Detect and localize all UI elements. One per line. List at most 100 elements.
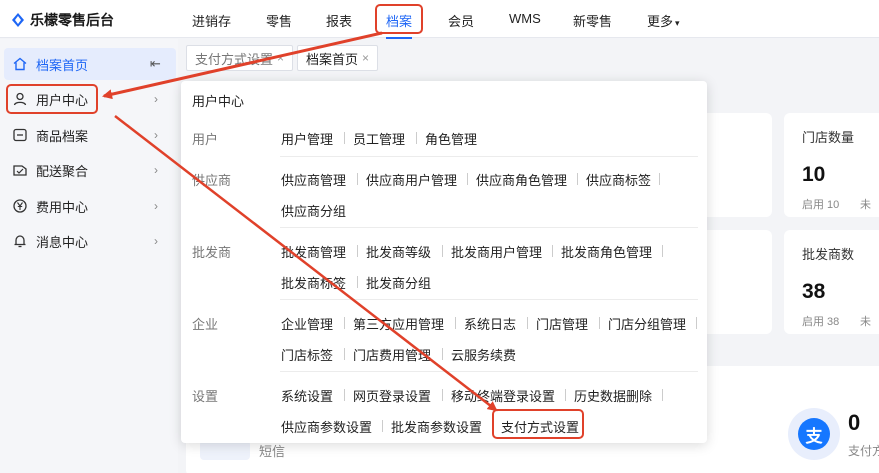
top-nav-bar: 乐檬零售后台 进销存 零售 报表 档案 会员 WMS 新零售 更多 ▾	[0, 0, 879, 39]
sidebar-item-messages[interactable]: 消息中心 ›	[4, 225, 176, 257]
chevron-right-icon: ›	[154, 92, 158, 106]
card-sub2: 未	[860, 199, 871, 211]
card-value: 10	[802, 163, 826, 186]
link-store-management[interactable]: 门店管理	[536, 314, 588, 333]
link-role-management[interactable]: 角色管理	[425, 129, 477, 148]
link-user-management[interactable]: 用户管理	[281, 129, 333, 148]
tab-label: 档案首页	[306, 51, 359, 67]
separator	[382, 420, 383, 432]
separator	[442, 348, 443, 360]
logo-icon	[12, 13, 24, 27]
link-supplier-role-management[interactable]: 供应商角色管理	[476, 170, 567, 189]
link-supplier-tags[interactable]: 供应商标签	[586, 170, 651, 189]
sidebar-item-expense[interactable]: 费用中心 ›	[4, 190, 176, 222]
close-icon[interactable]: ×	[277, 51, 284, 65]
link-supplier-groups[interactable]: 供应商分组	[281, 201, 346, 220]
card-title: 批发商数	[802, 247, 855, 262]
nav-wms[interactable]: WMS	[509, 11, 541, 26]
category-enterprise: 企业	[192, 317, 219, 332]
chevron-right-icon: ›	[154, 128, 158, 142]
link-wholesaler-levels[interactable]: 批发商等级	[366, 242, 431, 261]
link-system-logs[interactable]: 系统日志	[464, 314, 516, 333]
nav-jinxiaocun[interactable]: 进销存	[192, 11, 231, 30]
delivery-icon	[12, 162, 28, 178]
alipay-icon-glyph: 支	[798, 418, 830, 450]
separator	[344, 389, 345, 401]
link-store-expense-management[interactable]: 门店费用管理	[353, 345, 431, 364]
sidebar-item-delivery[interactable]: 配送聚合 ›	[4, 154, 176, 186]
separator	[662, 245, 663, 257]
card-sub2: 未	[860, 316, 871, 328]
separator	[599, 317, 600, 329]
category-supplier: 供应商	[192, 173, 232, 188]
link-wholesaler-tags[interactable]: 批发商标签	[281, 273, 346, 292]
link-history-data-deletion[interactable]: 历史数据删除	[574, 386, 652, 405]
link-supplier-params[interactable]: 供应商参数设置	[281, 417, 372, 436]
payment-settings-highlight	[492, 409, 584, 439]
separator	[577, 173, 578, 185]
separator	[659, 173, 660, 185]
sidebar-item-label: 配送聚合	[36, 163, 89, 179]
link-store-tags[interactable]: 门店标签	[281, 345, 333, 364]
chevron-right-icon: ›	[154, 234, 158, 248]
nav-new-retail[interactable]: 新零售	[573, 11, 612, 30]
home-icon	[12, 56, 28, 72]
link-third-party-apps[interactable]: 第三方应用管理	[353, 314, 444, 333]
sidebar-item-label: 消息中心	[36, 234, 89, 250]
link-enterprise-management[interactable]: 企业管理	[281, 314, 333, 333]
pay-label: 支付方	[848, 444, 879, 458]
link-store-group-management[interactable]: 门店分组管理	[608, 314, 686, 333]
link-cloud-renewal[interactable]: 云服务续费	[451, 345, 516, 364]
card-sub: 启用 10	[802, 199, 840, 211]
nav-more[interactable]: 更多 ▾	[647, 11, 680, 30]
separator	[357, 276, 358, 288]
link-wholesaler-role-management[interactable]: 批发商角色管理	[561, 242, 652, 261]
sms-label: 短信	[259, 444, 286, 459]
separator	[455, 317, 456, 329]
link-supplier-user-management[interactable]: 供应商用户管理	[366, 170, 457, 189]
tab-label: 支付方式设置	[195, 51, 274, 67]
separator	[467, 173, 468, 185]
separator	[527, 317, 528, 329]
link-wholesaler-groups[interactable]: 批发商分组	[366, 273, 431, 292]
category-settings: 设置	[192, 389, 219, 404]
separator	[696, 317, 697, 329]
separator	[565, 389, 566, 401]
sidebar-item-archive-home[interactable]: 档案首页 ⇤	[4, 48, 176, 80]
card-title: 门店数量	[802, 130, 855, 145]
category-wholesaler: 批发商	[192, 245, 232, 260]
nav-reports[interactable]: 报表	[326, 11, 352, 30]
chevron-right-icon: ›	[154, 199, 158, 213]
link-wholesaler-management[interactable]: 批发商管理	[281, 242, 346, 261]
divider	[280, 371, 698, 372]
collapse-icon[interactable]: ⇤	[150, 56, 164, 72]
close-icon[interactable]: ×	[362, 51, 369, 65]
link-employee-management[interactable]: 员工管理	[353, 129, 405, 148]
chevron-right-icon: ›	[154, 163, 158, 177]
alipay-icon: 支	[788, 408, 840, 460]
bell-icon	[12, 233, 28, 249]
divider	[280, 299, 698, 300]
app-logo[interactable]: 乐檬零售后台	[10, 10, 114, 30]
separator	[344, 132, 345, 144]
link-system-settings[interactable]: 系统设置	[281, 386, 333, 405]
separator	[344, 348, 345, 360]
link-mobile-login-settings[interactable]: 移动终端登录设置	[451, 386, 555, 405]
sms-icon-bg	[200, 440, 250, 460]
separator	[344, 317, 345, 329]
link-wholesaler-params[interactable]: 批发商参数设置	[391, 417, 482, 436]
link-supplier-management[interactable]: 供应商管理	[281, 170, 346, 189]
separator	[416, 132, 417, 144]
tab-archive-home[interactable]: 档案首页 ×	[297, 45, 379, 71]
sidebar-item-goods-archive[interactable]: 商品档案 ›	[4, 119, 176, 151]
link-web-login-settings[interactable]: 网页登录设置	[353, 386, 431, 405]
divider	[280, 227, 698, 228]
tab-payment-settings[interactable]: 支付方式设置 ×	[186, 45, 294, 71]
goods-icon	[12, 127, 28, 143]
card-sub: 启用 38	[802, 316, 840, 328]
nav-member[interactable]: 会员	[448, 11, 474, 30]
link-wholesaler-user-management[interactable]: 批发商用户管理	[451, 242, 542, 261]
sidebar-item-label: 费用中心	[36, 199, 89, 215]
stat-card-store-count: 门店数量 10 启用 10 未	[784, 113, 879, 217]
nav-retail[interactable]: 零售	[266, 11, 292, 30]
